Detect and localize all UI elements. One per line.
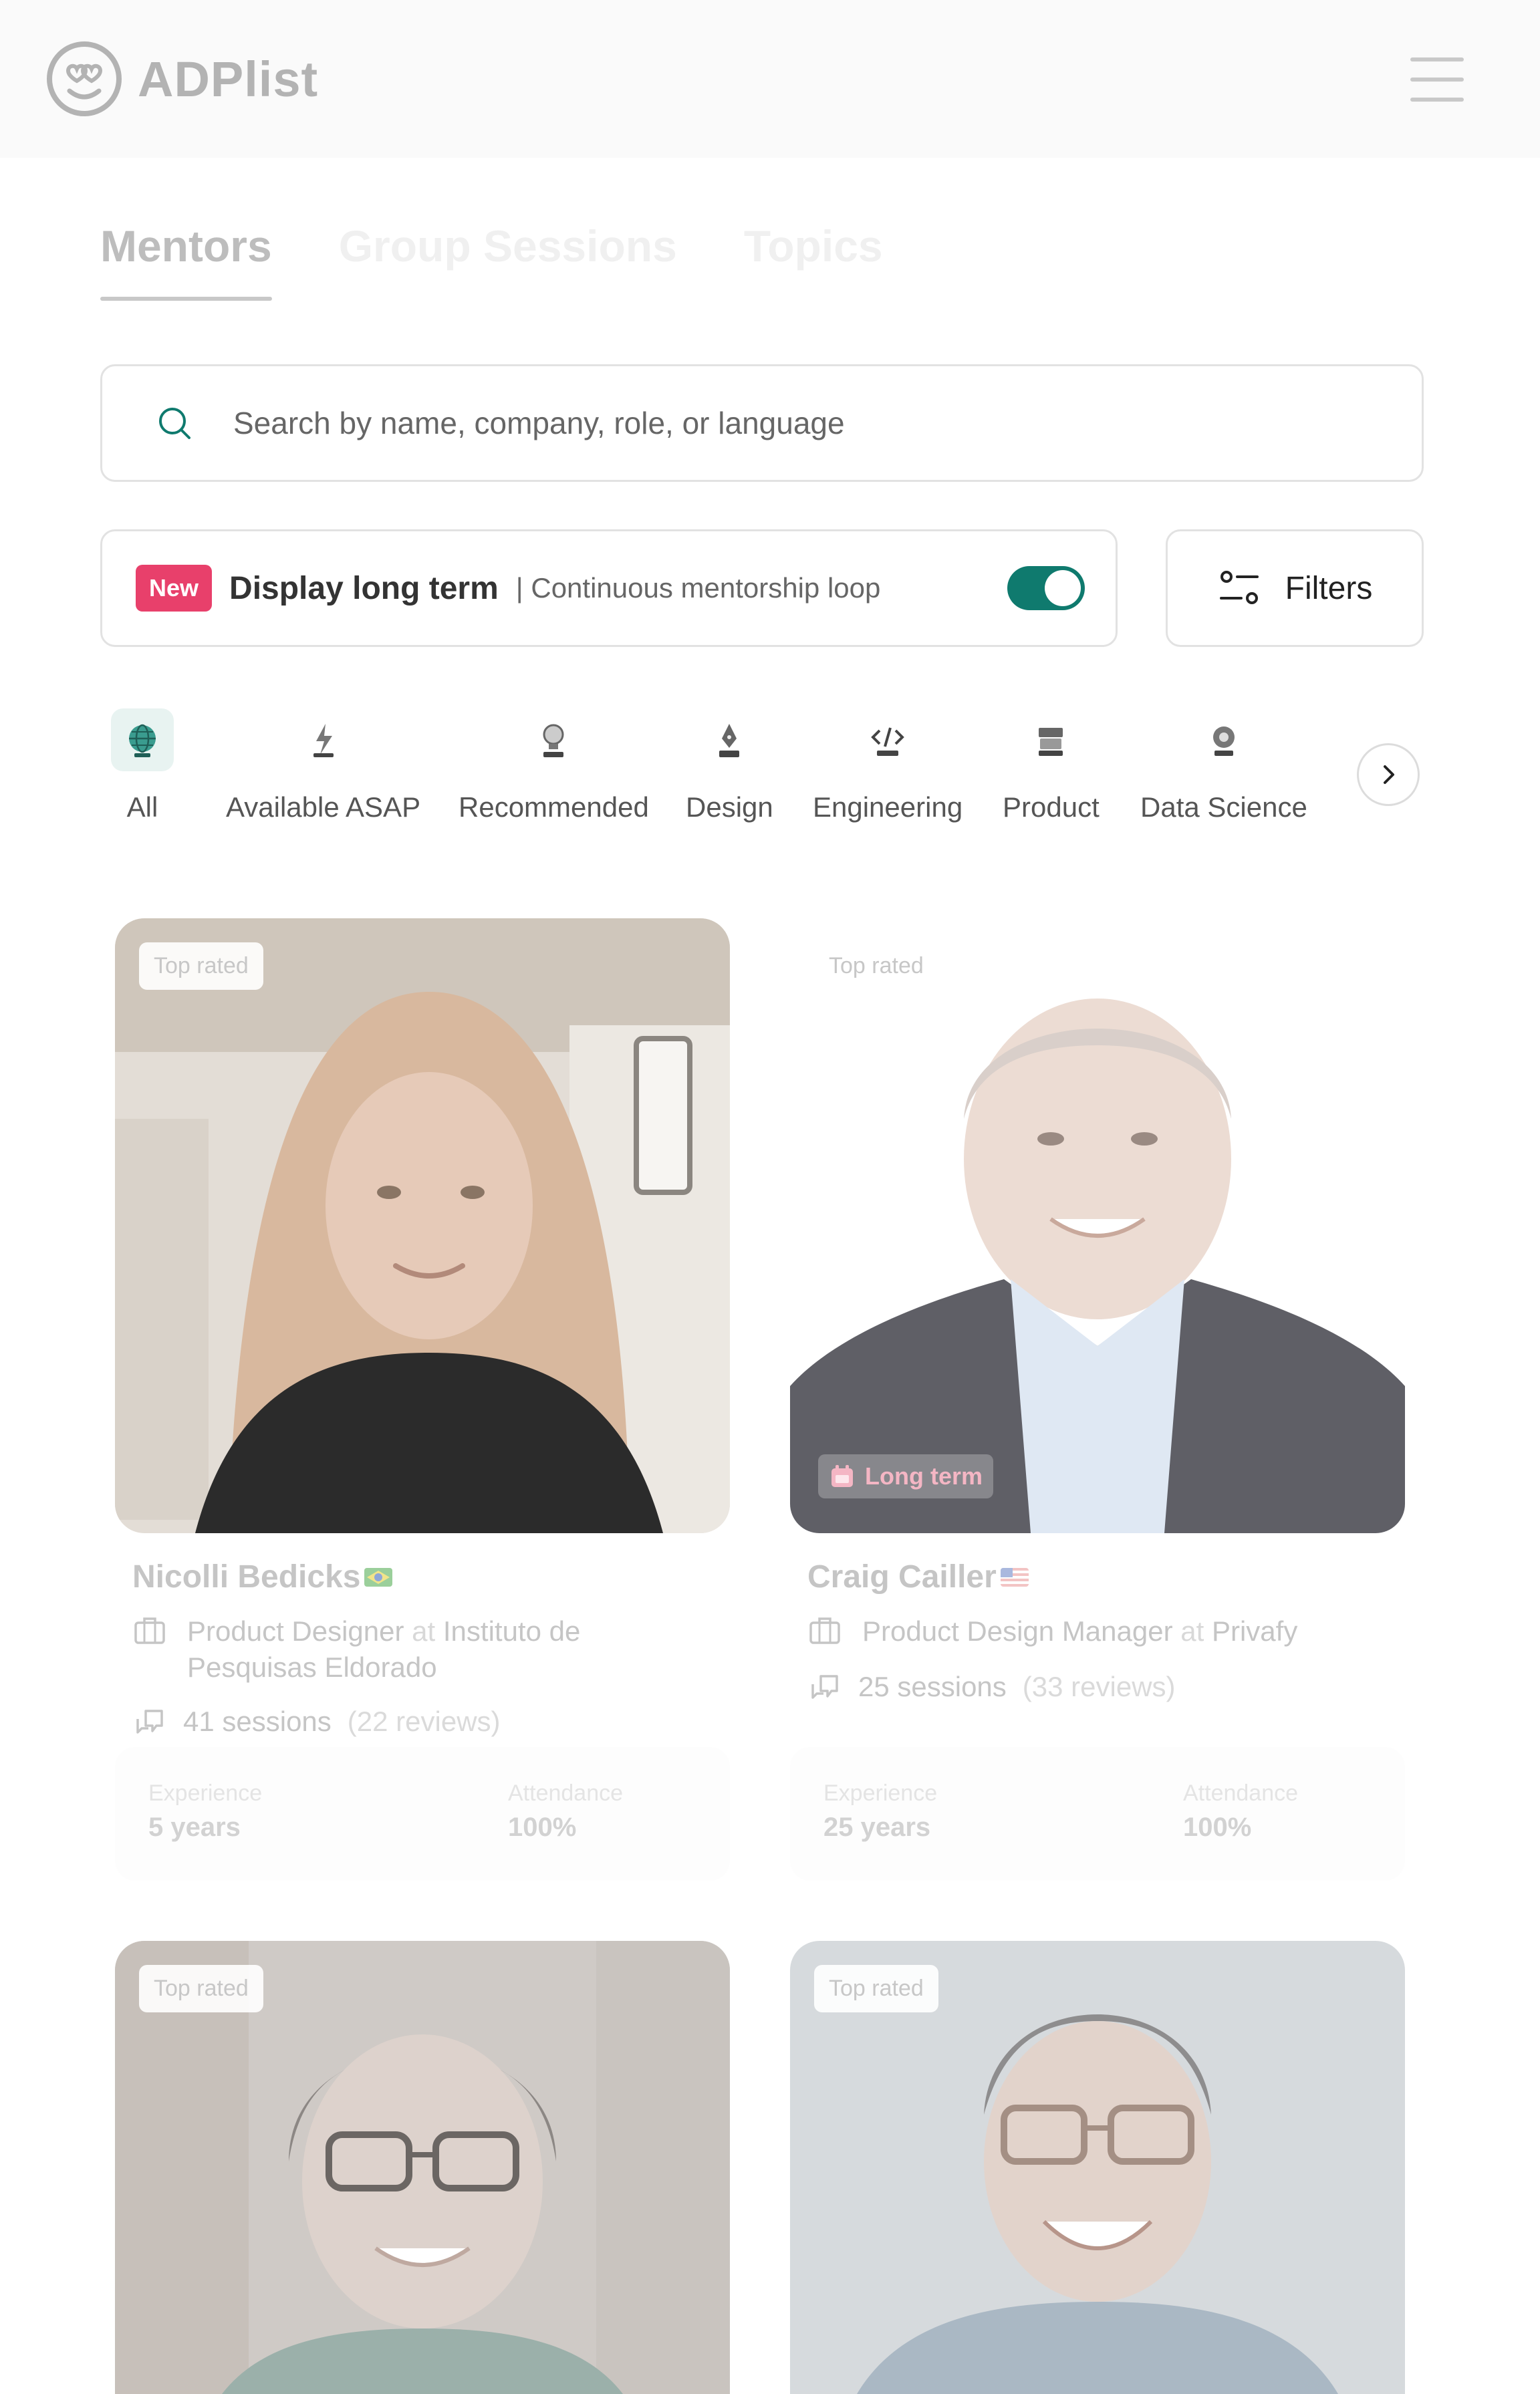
brazil-flag-icon [364, 1567, 393, 1587]
chevron-right-icon[interactable] [1357, 743, 1420, 806]
tab-group-sessions[interactable]: Group Sessions [339, 221, 677, 301]
globe-icon [111, 708, 174, 771]
experience-value: 5 years [148, 1813, 241, 1842]
top-rated-badge: Top rated [814, 1965, 938, 2012]
smiley-logo-icon [47, 41, 122, 116]
mentor-role: Product Designer at Instituto de Pesquis… [132, 1613, 680, 1686]
code-icon [856, 708, 919, 771]
top-rated-badge: Top rated [139, 1965, 263, 2012]
filters-label: Filters [1285, 570, 1373, 606]
mentor-role: Product Design Manager at Privafy [807, 1613, 1356, 1649]
chat-bubbles-icon [136, 1710, 163, 1734]
long-term-toggle-bar: New Display long term | Continuous mento… [100, 529, 1118, 647]
mentor-stats: Experience 25 years Attendance 100% [790, 1747, 1405, 1881]
search-input[interactable] [233, 405, 1370, 441]
category-engineering[interactable]: Engineering [813, 708, 962, 823]
category-available-asap[interactable]: Available ASAP [226, 708, 420, 823]
tab-topics[interactable]: Topics [744, 221, 883, 301]
top-header: ADPlist [0, 0, 1540, 158]
mentor-photo[interactable]: Top rated [115, 918, 730, 1533]
box-icon [1019, 708, 1082, 771]
category-label: Recommended [459, 791, 649, 823]
at-label: at [412, 1615, 436, 1647]
long-term-subtitle: | Continuous mentorship loop [515, 572, 881, 604]
mentor-sessions: 41 sessions (22 reviews) [132, 1704, 501, 1739]
mentor-portrait-image [790, 918, 1405, 1533]
category-label: Product [1003, 791, 1100, 823]
chat-bubbles-icon [811, 1675, 838, 1699]
mentor-card[interactable]: Top rated Long term Craig Cailler Produc… [790, 918, 1405, 1881]
data-gear-icon [1192, 708, 1255, 771]
category-label: Engineering [813, 791, 963, 823]
long-term-badge: Long term [818, 1454, 993, 1498]
new-badge: New [136, 565, 213, 612]
calendar-icon [831, 1465, 853, 1487]
category-recommended[interactable]: Recommended [459, 708, 649, 823]
reviews-count: (33 reviews) [1022, 1671, 1176, 1702]
mentor-company: Privafy [1211, 1615, 1298, 1647]
mentor-stats: Experience 5 years Attendance 100% [115, 1747, 730, 1881]
attendance-value: 100% [508, 1813, 577, 1842]
mentor-job-title: Product Designer [187, 1615, 404, 1647]
search-bar[interactable] [100, 364, 1424, 482]
sessions-count: 41 sessions [183, 1706, 332, 1737]
mentor-sessions: 25 sessions (33 reviews) [807, 1670, 1176, 1704]
bulb-icon [522, 708, 585, 771]
mentor-card[interactable]: Top rated [115, 1941, 730, 2394]
mentor-name: Craig Cailler [807, 1559, 1029, 1595]
hamburger-menu-icon[interactable] [1410, 57, 1464, 102]
pen-nib-icon [698, 708, 761, 771]
experience-label: Experience [148, 1780, 263, 1806]
briefcase-icon [134, 1617, 165, 1644]
toggle-knob [1045, 570, 1081, 606]
us-flag-icon [1000, 1567, 1029, 1587]
attendance-label: Attendance [508, 1780, 624, 1806]
category-all[interactable]: All [111, 708, 174, 823]
category-label: All [126, 791, 158, 823]
app-name: ADPlist [138, 51, 319, 107]
category-label: Design [686, 791, 773, 823]
category-design[interactable]: Design [686, 708, 773, 823]
attendance-value: 100% [1183, 1813, 1252, 1842]
at-label: at [1180, 1615, 1204, 1647]
lightning-icon [292, 708, 355, 771]
tab-mentors[interactable]: Mentors [100, 221, 272, 301]
filters-button[interactable]: Filters [1166, 529, 1424, 647]
section-tabs: Mentors Group Sessions Topics [100, 221, 883, 301]
long-term-toggle[interactable] [1007, 566, 1085, 610]
sliders-icon [1219, 571, 1259, 604]
mentor-card[interactable]: Top rated Nicolli Bedicks Product Design… [115, 918, 730, 1881]
long-term-title: Display long term [229, 570, 499, 606]
mentor-photo[interactable]: Top rated [115, 1941, 730, 2394]
mentor-job-title: Product Design Manager [862, 1615, 1173, 1647]
category-data-science[interactable]: Data Science [1140, 708, 1307, 823]
search-icon [159, 408, 190, 439]
category-label: Data Science [1140, 791, 1307, 823]
mentor-photo[interactable]: Top rated [790, 1941, 1405, 2394]
category-label: Available ASAP [226, 791, 421, 823]
briefcase-icon [809, 1617, 840, 1644]
attendance-label: Attendance [1183, 1780, 1299, 1806]
logo[interactable]: ADPlist [45, 40, 318, 118]
mentor-photo[interactable]: Top rated Long term [790, 918, 1405, 1533]
mentor-card[interactable]: Top rated [790, 1941, 1405, 2394]
sessions-count: 25 sessions [858, 1671, 1007, 1702]
top-rated-badge: Top rated [829, 953, 924, 978]
category-product[interactable]: Product [1003, 708, 1100, 823]
experience-label: Experience [823, 1780, 938, 1806]
mentor-name: Nicolli Bedicks [132, 1559, 393, 1595]
reviews-count: (22 reviews) [347, 1706, 501, 1737]
experience-value: 25 years [823, 1813, 931, 1842]
mentor-portrait-image [115, 918, 730, 1533]
top-rated-badge: Top rated [139, 942, 263, 990]
